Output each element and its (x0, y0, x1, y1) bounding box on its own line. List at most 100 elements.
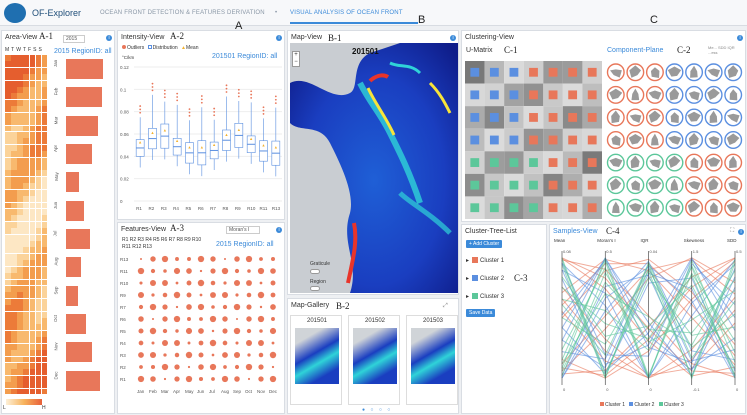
u-matrix-grid[interactable] (465, 61, 602, 219)
heatmap-cell[interactable] (5, 228, 11, 235)
heatmap-cell[interactable] (29, 119, 36, 126)
heatmap-cell[interactable] (11, 80, 17, 87)
heatmap-cell[interactable] (5, 247, 11, 254)
heatmap-cell[interactable] (17, 202, 23, 209)
heatmap-cell[interactable] (11, 305, 17, 312)
heatmap-cell[interactable] (5, 93, 11, 100)
heatmap-cell[interactable] (23, 164, 30, 170)
heatmap-cell[interactable] (41, 247, 48, 254)
heatmap-cell[interactable] (5, 74, 11, 81)
heatmap-cell[interactable] (35, 388, 42, 395)
heatmap-cell[interactable] (35, 228, 42, 235)
heatmap-cell[interactable] (5, 382, 11, 389)
clustering-info-icon[interactable]: i (737, 35, 743, 41)
fullscreen-icon[interactable]: ⛶ (730, 228, 734, 235)
heatmap-cell[interactable] (23, 119, 30, 126)
heatmap-cell[interactable] (23, 324, 30, 331)
heatmap-cell[interactable] (29, 87, 36, 93)
heatmap-cell[interactable] (5, 324, 11, 331)
heatmap-cell[interactable] (35, 375, 42, 382)
heatmap-cell[interactable] (41, 234, 48, 241)
heatmap-cell[interactable] (17, 285, 23, 292)
features-bubble-matrix[interactable]: R13 R11 R10 R9 R7 R6 R5 R4 R3 R2 R1 Jan Feb Mar Apr May… (118, 255, 286, 413)
heatmap-cell[interactable] (29, 318, 36, 324)
heatmap-cell[interactable] (17, 305, 23, 312)
heatmap-cell[interactable] (29, 112, 36, 119)
heatmap-cell[interactable] (41, 350, 48, 356)
map-info-icon[interactable]: i (450, 35, 456, 41)
heatmap-cell[interactable] (11, 292, 17, 299)
heatmap-cell[interactable] (35, 305, 42, 312)
heatmap-cell[interactable] (17, 189, 23, 196)
heatmap-cell[interactable] (23, 260, 30, 267)
heatmap-cell[interactable] (5, 369, 11, 376)
feature-select[interactable]: Moran's I (226, 226, 260, 234)
heatmap-cell[interactable] (35, 176, 42, 183)
heatmap-cell[interactable] (23, 279, 30, 286)
heatmap-cell[interactable] (23, 157, 30, 164)
heatmap-cell[interactable] (17, 80, 23, 87)
heatmap-cell[interactable] (5, 151, 11, 158)
heatmap-cell[interactable] (41, 285, 48, 292)
heatmap-cell[interactable] (17, 292, 23, 299)
heatmap-cell[interactable] (11, 93, 17, 100)
heatmap-cell[interactable] (11, 375, 17, 382)
heatmap-cell[interactable] (41, 221, 48, 228)
heatmap-cell[interactable] (29, 266, 36, 273)
heatmap-cell[interactable] (17, 67, 23, 74)
heatmap-cell[interactable] (17, 144, 23, 151)
heatmap-cell[interactable] (11, 369, 17, 376)
heatmap-cell[interactable] (41, 106, 48, 113)
heatmap-cell[interactable] (11, 183, 17, 190)
heatmap-cell[interactable] (23, 241, 30, 247)
heatmap-cell[interactable] (5, 330, 11, 337)
gallery-pager[interactable]: ● ○ ○ ○ (362, 407, 392, 413)
heatmap-cell[interactable] (23, 80, 30, 87)
map-canvas[interactable]: 201501 + − Graticule Region (290, 43, 458, 293)
heatmap-cell[interactable] (11, 266, 17, 273)
heatmap-cell[interactable] (23, 382, 30, 389)
heatmap-cell[interactable] (29, 61, 36, 68)
heatmap-cell[interactable] (5, 55, 11, 61)
tree-row-cluster-2[interactable]: ▸ Cluster 2 (466, 275, 504, 282)
tree-row-cluster-3[interactable]: ▸ Cluster 3 (466, 293, 504, 300)
heatmap-cell[interactable] (5, 131, 11, 138)
heatmap-cell[interactable] (35, 285, 42, 292)
heatmap-cell[interactable] (11, 330, 17, 337)
heatmap-cell[interactable] (35, 151, 42, 158)
heatmap-cell[interactable] (41, 324, 48, 331)
heatmap-cell[interactable] (29, 324, 36, 331)
heatmap-cell[interactable] (5, 285, 11, 292)
heatmap-cell[interactable] (41, 375, 48, 382)
heatmap-cell[interactable] (35, 369, 42, 376)
heatmap-cell[interactable] (35, 324, 42, 331)
heatmap-cell[interactable] (35, 67, 42, 74)
heatmap-cell[interactable] (29, 388, 36, 395)
heatmap-cell[interactable] (29, 273, 36, 280)
heatmap-cell[interactable] (11, 144, 17, 151)
heatmap-cell[interactable] (41, 266, 48, 273)
heatmap-cell[interactable] (17, 241, 23, 247)
heatmap-cell[interactable] (17, 273, 23, 280)
heatmap-cell[interactable] (17, 298, 23, 305)
heatmap-cell[interactable] (41, 61, 48, 68)
heatmap-cell[interactable] (23, 330, 30, 337)
heatmap-cell[interactable] (23, 125, 30, 132)
heatmap-cell[interactable] (41, 125, 48, 132)
heatmap-cell[interactable] (11, 67, 17, 74)
heatmap-cell[interactable] (41, 369, 48, 376)
heatmap-cell[interactable] (5, 279, 11, 286)
heatmap-cell[interactable] (11, 285, 17, 292)
heatmap-cell[interactable] (29, 285, 36, 292)
heatmap-cell[interactable] (17, 138, 23, 145)
features-info-icon[interactable]: i (276, 227, 282, 233)
component-plane-grid[interactable] (606, 61, 743, 219)
zoom-in-button[interactable]: + (294, 52, 298, 58)
heatmap-cell[interactable] (11, 176, 17, 183)
heatmap-cell[interactable] (11, 362, 17, 369)
heatmap-cell[interactable] (35, 266, 42, 273)
heatmap-cell[interactable] (29, 67, 36, 74)
heatmap-cell[interactable] (23, 61, 30, 68)
heatmap-cell[interactable] (5, 176, 11, 183)
heatmap-cell[interactable] (17, 330, 23, 337)
